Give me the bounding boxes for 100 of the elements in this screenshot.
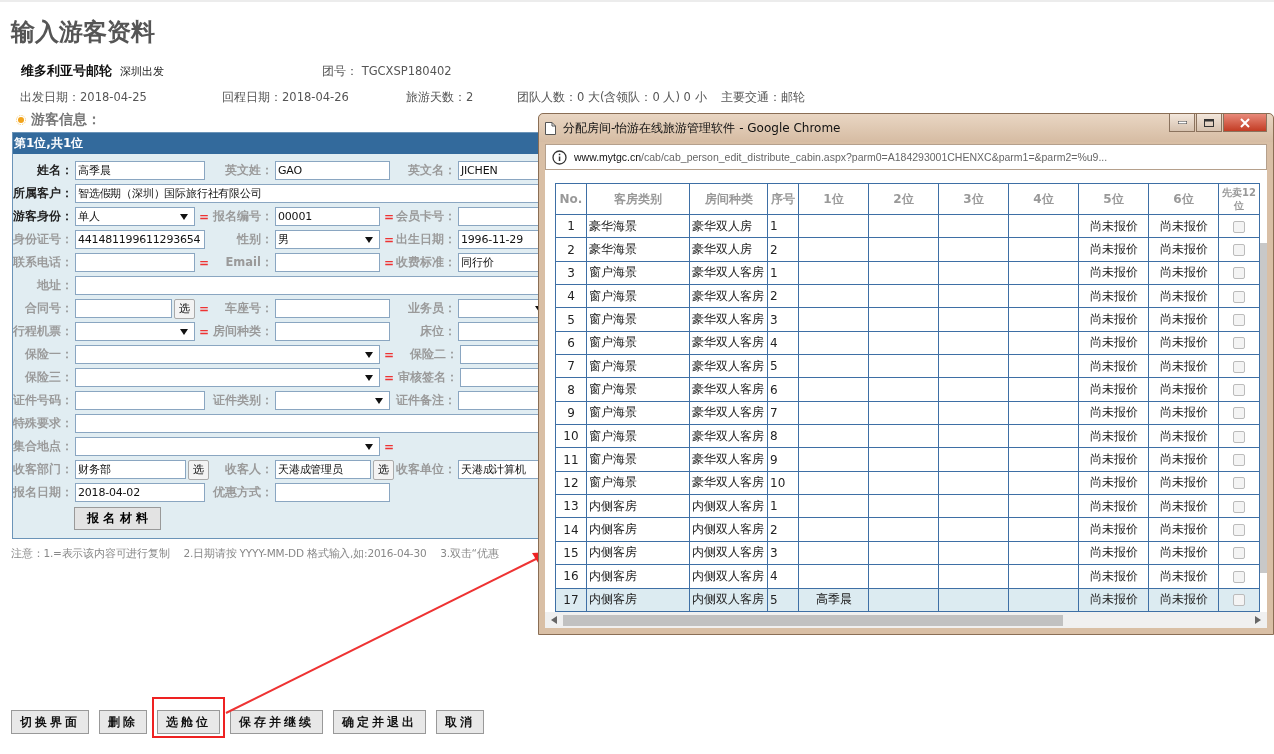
select-button[interactable]: 选 xyxy=(373,459,394,480)
table-row[interactable]: 1 豪华海景 豪华双人房 1 尚未报价 尚未报价 xyxy=(555,214,1260,238)
copy-mark: = xyxy=(382,255,396,270)
table-cell: 4 xyxy=(555,284,587,308)
dropdown[interactable]: 单人 xyxy=(75,207,195,226)
table-cell: 尚未报价 xyxy=(1159,475,1208,490)
table-cell: 尚未报价 xyxy=(1089,382,1138,397)
materials-button[interactable]: 报 名 材 料 xyxy=(74,507,161,530)
input-field[interactable]: 2018-04-02 xyxy=(75,483,205,502)
table-cell: 尚未报价 xyxy=(1089,335,1138,350)
copy-mark: = xyxy=(197,209,211,224)
table-cell: 3 xyxy=(767,541,799,565)
input-field[interactable]: JICHEN xyxy=(458,161,541,180)
field-label: 游客身份： xyxy=(13,209,73,224)
field-label: 所属客户： xyxy=(13,186,73,201)
table-row[interactable]: 4 窗户海景 豪华双人客房 2 尚未报价 尚未报价 xyxy=(555,284,1260,308)
table-cell: 尚未报价 xyxy=(1089,312,1138,327)
copy-mark: = xyxy=(382,347,396,362)
copy-mark: = xyxy=(382,439,396,454)
table-cell: 窗户海景 xyxy=(586,354,690,378)
table-row[interactable]: 9 窗户海景 豪华双人客房 7 尚未报价 尚未报价 xyxy=(555,401,1260,425)
input-field[interactable]: 00001 xyxy=(275,207,380,226)
table-cell: 4 xyxy=(767,564,799,588)
input-field[interactable]: 天港成计算机 xyxy=(458,460,541,479)
table-cell: 尚未报价 xyxy=(1159,522,1208,537)
ship-name: 维多利亚号邮轮 xyxy=(21,62,112,80)
table-cell: 豪华双人客房 xyxy=(689,331,768,355)
table-row[interactable]: 3 窗户海景 豪华双人客房 1 尚未报价 尚未报价 xyxy=(555,261,1260,285)
field-label: 业务员： xyxy=(407,301,456,316)
table-row[interactable]: 8 窗户海景 豪华双人客房 6 尚未报价 尚未报价 xyxy=(555,377,1260,402)
action-button[interactable]: 保存并继续 xyxy=(230,710,323,734)
tour-fact: 旅游天数：2 xyxy=(406,90,475,106)
input-field[interactable]: 1996-11-29 xyxy=(458,230,541,249)
field-label: 保险一： xyxy=(24,347,73,362)
input-field[interactable]: 441481199611293654 xyxy=(75,230,205,249)
table-cell: 尚未报价 xyxy=(1089,452,1138,467)
table-cell: 尚未报价 xyxy=(1089,405,1138,420)
table-cell: 豪华双人客房 xyxy=(689,377,768,402)
select-button[interactable]: 选 xyxy=(174,298,195,319)
table-cell: 内侧客房 xyxy=(586,494,690,518)
table-row[interactable]: 16 内侧客房 内侧双人客房 4 尚未报价 尚未报价 xyxy=(555,564,1260,588)
table-row[interactable]: 11 窗户海景 豪华双人客房 9 尚未报价 尚未报价 xyxy=(555,447,1260,472)
table-cell: 窗户海景 xyxy=(586,331,690,355)
table-cell: 11 xyxy=(555,447,587,472)
table-row[interactable]: 14 内侧客房 内侧双人客房 2 尚未报价 尚未报价 xyxy=(555,517,1260,542)
table-row[interactable]: 7 窗户海景 豪华双人客房 5 尚未报价 尚未报价 xyxy=(555,354,1260,378)
field-label: 收客人： xyxy=(224,462,273,477)
input-field[interactable]: 财务部 xyxy=(75,460,186,479)
table-row[interactable]: 5 窗户海景 豪华双人客房 3 尚未报价 尚未报价 xyxy=(555,307,1260,332)
table-cell: 5 xyxy=(767,354,799,378)
input-field[interactable]: 智选假期（深圳）国际旅行社有限公司 xyxy=(75,184,541,203)
table-cell: 17 xyxy=(555,588,587,612)
table-row[interactable]: 6 窗户海景 豪华双人客房 4 尚未报价 尚未报价 xyxy=(555,331,1260,355)
table-cell: 6 xyxy=(767,377,799,402)
table-cell: 内侧双人客房 xyxy=(689,564,768,588)
tour-fact: 团队人数：0 大(含领队：0 人) 0 小 xyxy=(517,90,708,106)
table-cell: 5 xyxy=(555,307,587,332)
url-path: /cab/cab_person_edit_distribute_cabin.aspx?parm0=A184293001CHENXC&parm1=&parm2=%u9... xyxy=(641,151,1108,163)
table-row[interactable]: 13 内侧客房 内侧双人客房 1 尚未报价 尚未报价 xyxy=(555,494,1260,518)
select-button[interactable]: 选 xyxy=(188,459,209,480)
field-label: 证件备注： xyxy=(396,393,456,408)
table-cell: 10 xyxy=(555,424,587,448)
table-cell: 尚未报价 xyxy=(1159,405,1208,420)
field-label: 证件号码： xyxy=(13,393,73,408)
table-row[interactable]: 10 窗户海景 豪华双人客房 8 尚未报价 尚未报价 xyxy=(555,424,1260,448)
tour-fact: 出发日期：2018-04-25 xyxy=(20,90,148,106)
departure-city: 深圳出发 xyxy=(120,64,164,79)
table-row[interactable]: 12 窗户海景 豪华双人客房 10 尚未报价 尚未报价 xyxy=(555,471,1260,495)
field-label: 保险二： xyxy=(409,347,458,362)
table-cell: 1 xyxy=(555,214,587,238)
table-cell: 尚未报价 xyxy=(1159,545,1208,560)
table-cell: 豪华双人客房 xyxy=(689,261,768,285)
table-cell: 豪华双人房 xyxy=(689,237,768,262)
input-field[interactable]: GAO xyxy=(275,161,390,180)
input-field[interactable]: 高季晨 xyxy=(75,161,205,180)
table-row[interactable]: 17 内侧客房 内侧双人客房 5 高季晨 尚未报价 尚未报价 xyxy=(555,588,1260,612)
column-header: 2位 xyxy=(868,183,939,215)
table-cell: 尚未报价 xyxy=(1089,358,1138,373)
input-field[interactable]: 天港成管理员 xyxy=(275,460,371,479)
table-cell: 豪华双人客房 xyxy=(689,471,768,495)
table-row[interactable]: 15 内侧客房 内侧双人客房 3 尚未报价 尚未报价 xyxy=(555,541,1260,565)
table-cell: 9 xyxy=(555,401,587,425)
action-button[interactable]: 选舱位 xyxy=(157,710,220,734)
action-button[interactable]: 删除 xyxy=(99,710,147,734)
table-cell: 尚未报价 xyxy=(1089,218,1138,233)
address-bar[interactable]: www.mytgc.cn/cab/cab_person_edit_distribute_cabin.aspx?parm0=A184293001CHENXC&parm1=&parm2=%u9... xyxy=(545,144,1267,170)
field-label: 地址： xyxy=(35,278,73,293)
action-button[interactable]: 取消 xyxy=(436,710,484,734)
table-cell: 内侧双人客房 xyxy=(689,494,768,518)
table-cell: 尚未报价 xyxy=(1089,522,1138,537)
input-field[interactable]: 同行价 xyxy=(458,253,541,272)
action-button[interactable]: 确定并退出 xyxy=(333,710,426,734)
action-button[interactable]: 切换界面 xyxy=(11,710,89,734)
table-cell: 内侧客房 xyxy=(586,541,690,565)
table-cell: 内侧客房 xyxy=(586,564,690,588)
table-cell: 内侧客房 xyxy=(586,588,690,612)
copy-mark: = xyxy=(197,301,211,316)
table-row[interactable]: 2 豪华海景 豪华双人房 2 尚未报价 尚未报价 xyxy=(555,237,1260,262)
dropdown[interactable]: 男 xyxy=(275,230,380,249)
column-header: 先卖12位 xyxy=(1218,183,1260,215)
